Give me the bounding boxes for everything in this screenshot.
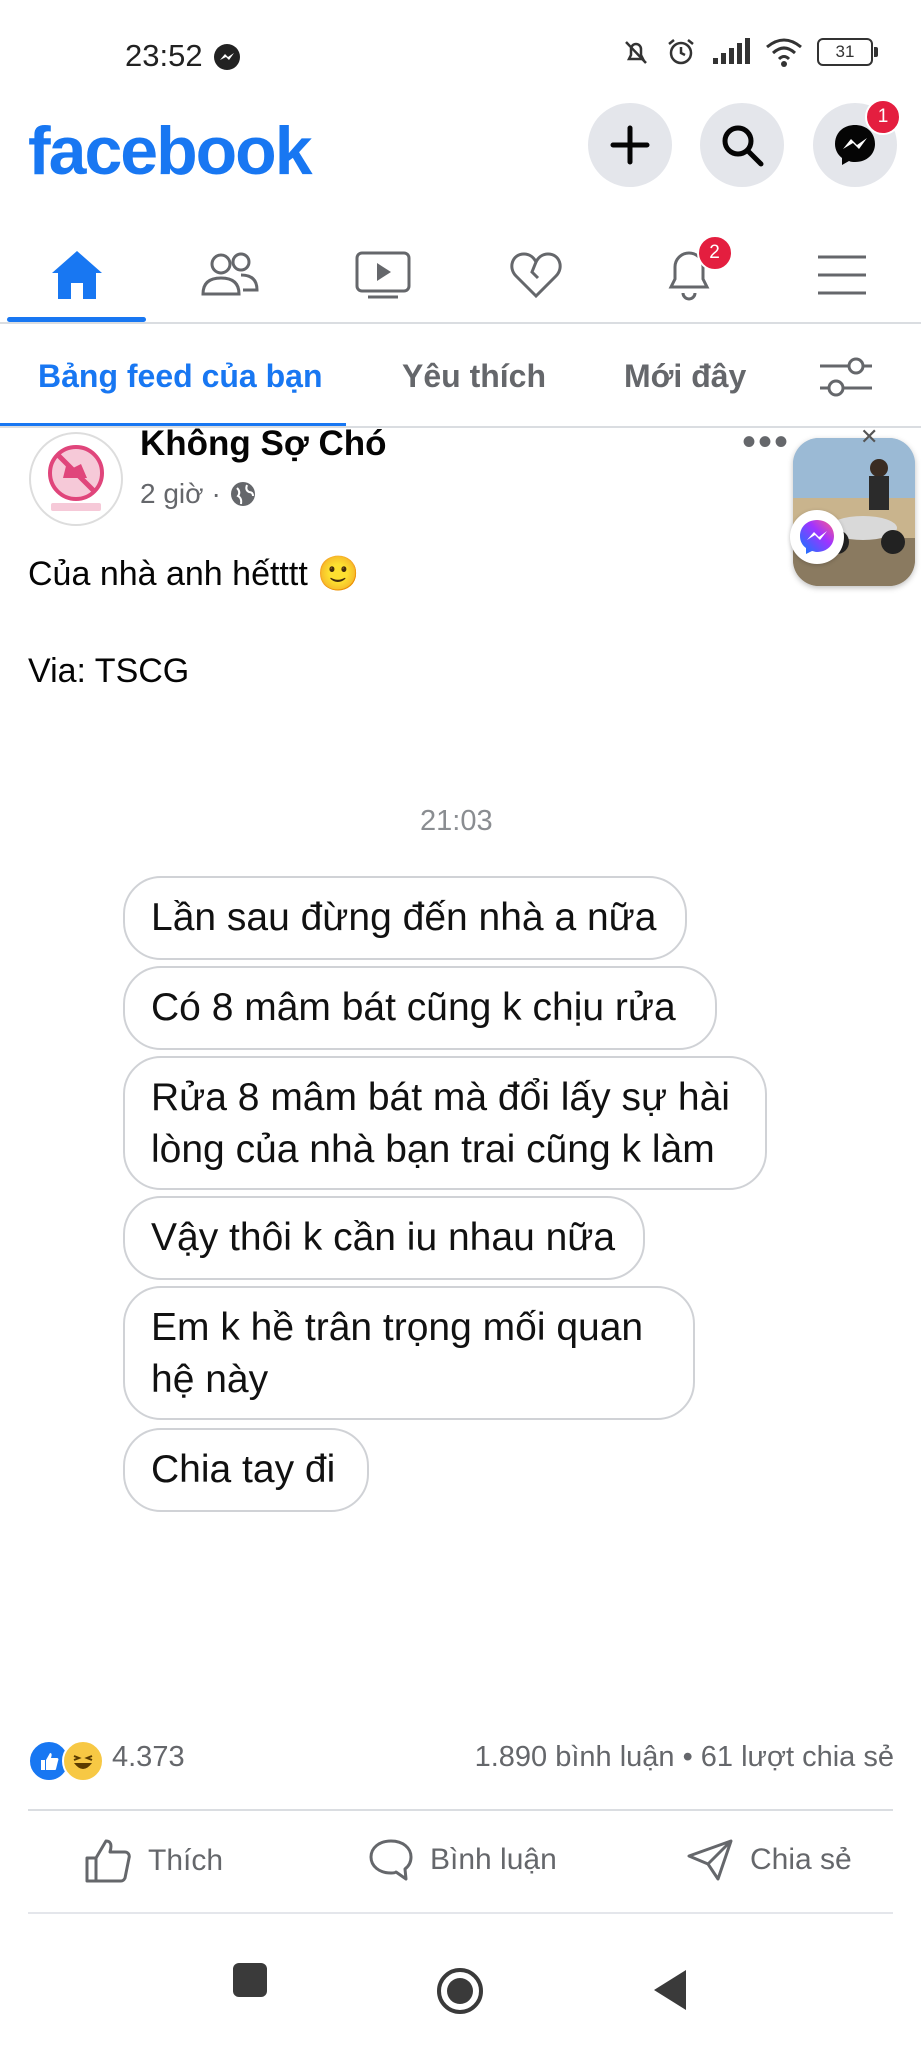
chat-head-messenger-icon	[790, 510, 844, 564]
chat-message-bubble: Vậy thôi k cần iu nhau nữa	[123, 1196, 645, 1280]
search-button[interactable]	[700, 103, 784, 187]
status-time: 23:52	[125, 38, 203, 73]
feed-filter-button[interactable]	[818, 354, 874, 405]
messenger-badge: 1	[865, 99, 901, 135]
signal-icon	[713, 38, 750, 64]
chat-message-bubble: Rửa 8 mâm bát mà đổi lấy sự hài lòng của…	[123, 1056, 767, 1190]
comment-label: Bình luận	[430, 1843, 557, 1876]
feed-tab-recent[interactable]: Mới đây	[624, 358, 746, 395]
tab-notifications[interactable]: 2	[612, 230, 765, 320]
close-chat-head-icon[interactable]: ✕	[860, 424, 878, 450]
reactions-count[interactable]: 4.373	[112, 1741, 185, 1774]
plus-icon	[610, 125, 650, 165]
page-name[interactable]: Không Sợ Chó	[140, 424, 387, 464]
no-dog-logo-icon	[48, 445, 104, 511]
globe-icon	[230, 482, 255, 506]
search-icon	[722, 125, 764, 167]
video-icon	[355, 251, 410, 299]
meta-separator: ·	[211, 478, 221, 509]
chat-message-bubble: Có 8 mâm bát cũng k chịu rửa	[123, 966, 717, 1050]
home-system-button[interactable]	[435, 1966, 485, 2021]
battery-icon: 31	[817, 38, 878, 66]
feed-tab-your-feed[interactable]: Bảng feed của bạn	[38, 358, 323, 395]
circle-icon	[437, 1968, 483, 2014]
dating-heart-icon	[509, 252, 562, 299]
home-icon	[51, 251, 102, 299]
post-options-icon[interactable]: •••	[742, 420, 790, 465]
tab-video[interactable]	[306, 230, 459, 320]
tab-home[interactable]	[0, 230, 153, 320]
divider	[0, 322, 921, 324]
haha-reaction-icon	[62, 1740, 104, 1782]
mute-bell-icon	[625, 41, 647, 64]
notifications-badge: 2	[696, 234, 733, 271]
post-time[interactable]: 2 giờ	[140, 478, 204, 510]
alarm-icon	[668, 39, 694, 65]
tab-dating[interactable]	[459, 230, 612, 320]
chat-message-bubble: Lần sau đừng đến nhà a nữa	[123, 876, 687, 960]
share-button[interactable]: Chia sẻ	[686, 1838, 852, 1882]
facebook-logo[interactable]: facebook	[28, 112, 313, 190]
messenger-notification-icon	[214, 44, 240, 70]
create-button[interactable]	[588, 103, 672, 187]
chat-message-bubble: Em k hề trân trọng mối quan hệ này	[123, 1286, 695, 1420]
menu-icon	[817, 255, 866, 295]
back-button[interactable]	[650, 1968, 690, 2017]
like-label: Thích	[148, 1844, 224, 1877]
post-text-line: Của nhà anh hếtttt 🙂	[28, 555, 360, 593]
recent-apps-button[interactable]	[230, 1960, 270, 2005]
square-icon	[233, 1963, 267, 1997]
like-button[interactable]: Thích	[84, 1838, 223, 1884]
back-triangle-icon	[654, 1970, 686, 2010]
chat-message-bubble: Chia tay đi	[123, 1428, 369, 1512]
feed-tab-favorites[interactable]: Yêu thích	[402, 358, 546, 395]
wifi-icon	[766, 38, 802, 67]
share-send-icon	[687, 1839, 733, 1881]
post-text-line: Via: TSCG	[28, 652, 190, 690]
divider	[28, 1809, 893, 1811]
post-meta: 2 giờ ·	[140, 478, 257, 510]
messenger-button[interactable]: 1	[813, 99, 901, 187]
chat-timestamp: 21:03	[420, 805, 493, 837]
comment-button[interactable]: Bình luận	[368, 1838, 557, 1882]
page-avatar[interactable]	[29, 432, 123, 526]
comments-shares-count[interactable]: 1.890 bình luận • 61 lượt chia sẻ	[475, 1741, 894, 1774]
tab-menu[interactable]	[765, 230, 918, 320]
divider	[28, 1912, 893, 1914]
reaction-icons[interactable]	[28, 1740, 104, 1782]
share-label: Chia sẻ	[750, 1843, 852, 1876]
comment-icon	[369, 1839, 413, 1881]
friends-icon	[200, 252, 259, 296]
thumbs-up-icon	[85, 1839, 131, 1883]
filter-sliders-icon	[820, 357, 872, 397]
tab-friends[interactable]	[153, 230, 306, 320]
status-icons: 31	[621, 36, 878, 68]
